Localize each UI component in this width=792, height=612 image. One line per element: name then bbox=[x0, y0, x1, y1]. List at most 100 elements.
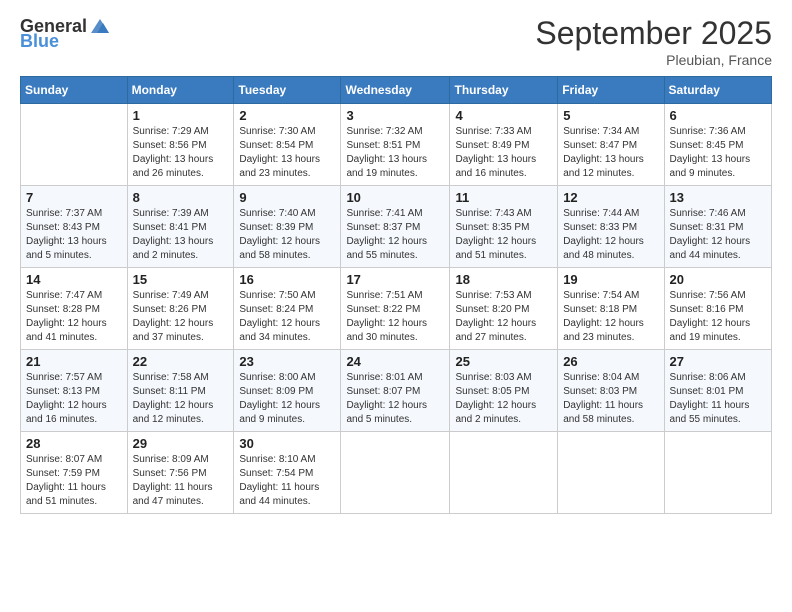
day-info: Sunrise: 7:51 AM Sunset: 8:22 PM Dayligh… bbox=[346, 289, 444, 345]
calendar-week-1: 7 Sunrise: 7:37 AM Sunset: 8:43 PM Daylig… bbox=[21, 186, 772, 268]
day-info: Sunrise: 8:00 AM Sunset: 8:09 PM Dayligh… bbox=[239, 371, 335, 427]
table-row: 30 Sunrise: 8:10 AM Sunset: 7:54 PM Dayli… bbox=[234, 432, 341, 514]
table-row: 6 Sunrise: 7:36 AM Sunset: 8:45 PM Daylig… bbox=[664, 104, 771, 186]
col-saturday: Saturday bbox=[664, 77, 771, 104]
table-row: 23 Sunrise: 8:00 AM Sunset: 8:09 PM Dayli… bbox=[234, 350, 341, 432]
day-info: Sunrise: 7:58 AM Sunset: 8:11 PM Dayligh… bbox=[133, 371, 229, 427]
day-number: 26 bbox=[563, 354, 658, 369]
day-number: 1 bbox=[133, 108, 229, 123]
col-monday: Monday bbox=[127, 77, 234, 104]
day-number: 17 bbox=[346, 272, 444, 287]
table-row: 21Sunrise: 7:57 AM Sunset: 8:13 PM Dayli… bbox=[21, 350, 128, 432]
calendar-week-4: 28 Sunrise: 8:07 AM Sunset: 7:59 PM Dayli… bbox=[21, 432, 772, 514]
table-row: 20 Sunrise: 7:56 AM Sunset: 8:16 PM Dayli… bbox=[664, 268, 771, 350]
day-number: 24 bbox=[346, 354, 444, 369]
day-info: Sunrise: 8:01 AM Sunset: 8:07 PM Dayligh… bbox=[346, 371, 444, 427]
table-row bbox=[21, 104, 128, 186]
day-info: Sunrise: 7:40 AM Sunset: 8:39 PM Dayligh… bbox=[239, 207, 335, 263]
col-tuesday: Tuesday bbox=[234, 77, 341, 104]
day-number: 6 bbox=[670, 108, 766, 123]
calendar-week-0: 1 Sunrise: 7:29 AM Sunset: 8:56 PM Daylig… bbox=[21, 104, 772, 186]
table-row: 22 Sunrise: 7:58 AM Sunset: 8:11 PM Dayli… bbox=[127, 350, 234, 432]
day-number: 10 bbox=[346, 190, 444, 205]
logo: General Blue bbox=[20, 15, 111, 52]
day-info: Sunrise: 7:37 AM Sunset: 8:43 PM Dayligh… bbox=[26, 207, 122, 263]
day-info: Sunrise: 7:39 AM Sunset: 8:41 PM Dayligh… bbox=[133, 207, 229, 263]
table-row: 12Sunrise: 7:44 AM Sunset: 8:33 PM Dayli… bbox=[558, 186, 664, 268]
table-row bbox=[341, 432, 450, 514]
table-row: 19 Sunrise: 7:54 AM Sunset: 8:18 PM Dayli… bbox=[558, 268, 664, 350]
day-info: Sunrise: 8:09 AM Sunset: 7:56 PM Dayligh… bbox=[133, 453, 229, 509]
calendar-week-3: 21Sunrise: 7:57 AM Sunset: 8:13 PM Dayli… bbox=[21, 350, 772, 432]
day-number: 16 bbox=[239, 272, 335, 287]
day-info: Sunrise: 7:34 AM Sunset: 8:47 PM Dayligh… bbox=[563, 125, 658, 181]
col-wednesday: Wednesday bbox=[341, 77, 450, 104]
day-info: Sunrise: 7:36 AM Sunset: 8:45 PM Dayligh… bbox=[670, 125, 766, 181]
day-info: Sunrise: 7:29 AM Sunset: 8:56 PM Dayligh… bbox=[133, 125, 229, 181]
table-row: 2 Sunrise: 7:30 AM Sunset: 8:54 PM Daylig… bbox=[234, 104, 341, 186]
day-info: Sunrise: 7:32 AM Sunset: 8:51 PM Dayligh… bbox=[346, 125, 444, 181]
calendar-header-row: Sunday Monday Tuesday Wednesday Thursday… bbox=[21, 77, 772, 104]
table-row: 15 Sunrise: 7:49 AM Sunset: 8:26 PM Dayli… bbox=[127, 268, 234, 350]
day-number: 15 bbox=[133, 272, 229, 287]
table-row bbox=[558, 432, 664, 514]
day-number: 9 bbox=[239, 190, 335, 205]
table-row: 28 Sunrise: 8:07 AM Sunset: 7:59 PM Dayli… bbox=[21, 432, 128, 514]
day-number: 22 bbox=[133, 354, 229, 369]
table-row: 9 Sunrise: 7:40 AM Sunset: 8:39 PM Daylig… bbox=[234, 186, 341, 268]
day-info: Sunrise: 7:49 AM Sunset: 8:26 PM Dayligh… bbox=[133, 289, 229, 345]
table-row: 25 Sunrise: 8:03 AM Sunset: 8:05 PM Dayli… bbox=[450, 350, 558, 432]
day-info: Sunrise: 7:47 AM Sunset: 8:28 PM Dayligh… bbox=[26, 289, 122, 345]
table-row: 10 Sunrise: 7:41 AM Sunset: 8:37 PM Dayli… bbox=[341, 186, 450, 268]
logo-icon bbox=[89, 15, 111, 37]
day-info: Sunrise: 8:03 AM Sunset: 8:05 PM Dayligh… bbox=[455, 371, 552, 427]
calendar: Sunday Monday Tuesday Wednesday Thursday… bbox=[20, 76, 772, 514]
day-number: 20 bbox=[670, 272, 766, 287]
day-info: Sunrise: 8:04 AM Sunset: 8:03 PM Dayligh… bbox=[563, 371, 658, 427]
day-info: Sunrise: 7:53 AM Sunset: 8:20 PM Dayligh… bbox=[455, 289, 552, 345]
day-info: Sunrise: 7:41 AM Sunset: 8:37 PM Dayligh… bbox=[346, 207, 444, 263]
logo-blue: Blue bbox=[20, 31, 59, 52]
day-number: 7 bbox=[26, 190, 122, 205]
table-row bbox=[450, 432, 558, 514]
table-row: 18 Sunrise: 7:53 AM Sunset: 8:20 PM Dayli… bbox=[450, 268, 558, 350]
table-row: 17 Sunrise: 7:51 AM Sunset: 8:22 PM Dayli… bbox=[341, 268, 450, 350]
day-number: 3 bbox=[346, 108, 444, 123]
day-number: 11 bbox=[455, 190, 552, 205]
day-info: Sunrise: 7:43 AM Sunset: 8:35 PM Dayligh… bbox=[455, 207, 552, 263]
col-thursday: Thursday bbox=[450, 77, 558, 104]
day-number: 14 bbox=[26, 272, 122, 287]
day-info: Sunrise: 8:06 AM Sunset: 8:01 PM Dayligh… bbox=[670, 371, 766, 427]
table-row: 11 Sunrise: 7:43 AM Sunset: 8:35 PM Dayli… bbox=[450, 186, 558, 268]
day-info: Sunrise: 7:33 AM Sunset: 8:49 PM Dayligh… bbox=[455, 125, 552, 181]
table-row: 24 Sunrise: 8:01 AM Sunset: 8:07 PM Dayli… bbox=[341, 350, 450, 432]
day-number: 2 bbox=[239, 108, 335, 123]
day-number: 21 bbox=[26, 354, 122, 369]
day-number: 30 bbox=[239, 436, 335, 451]
title-section: September 2025 Pleubian, France bbox=[535, 15, 772, 68]
day-info: Sunrise: 8:10 AM Sunset: 7:54 PM Dayligh… bbox=[239, 453, 335, 509]
day-info: Sunrise: 7:46 AM Sunset: 8:31 PM Dayligh… bbox=[670, 207, 766, 263]
header: General Blue September 2025 Pleubian, Fr… bbox=[20, 15, 772, 68]
col-friday: Friday bbox=[558, 77, 664, 104]
table-row: 16 Sunrise: 7:50 AM Sunset: 8:24 PM Dayli… bbox=[234, 268, 341, 350]
day-info: Sunrise: 7:50 AM Sunset: 8:24 PM Dayligh… bbox=[239, 289, 335, 345]
table-row: 27 Sunrise: 8:06 AM Sunset: 8:01 PM Dayli… bbox=[664, 350, 771, 432]
table-row: 3 Sunrise: 7:32 AM Sunset: 8:51 PM Daylig… bbox=[341, 104, 450, 186]
day-info: Sunrise: 8:07 AM Sunset: 7:59 PM Dayligh… bbox=[26, 453, 122, 509]
table-row: 7 Sunrise: 7:37 AM Sunset: 8:43 PM Daylig… bbox=[21, 186, 128, 268]
location: Pleubian, France bbox=[535, 52, 772, 68]
day-number: 13 bbox=[670, 190, 766, 205]
day-info: Sunrise: 7:56 AM Sunset: 8:16 PM Dayligh… bbox=[670, 289, 766, 345]
day-info: Sunrise: 7:30 AM Sunset: 8:54 PM Dayligh… bbox=[239, 125, 335, 181]
page: General Blue September 2025 Pleubian, Fr… bbox=[0, 0, 792, 612]
table-row: 4Sunrise: 7:33 AM Sunset: 8:49 PM Daylig… bbox=[450, 104, 558, 186]
day-number: 19 bbox=[563, 272, 658, 287]
day-number: 28 bbox=[26, 436, 122, 451]
month-title: September 2025 bbox=[535, 15, 772, 52]
day-number: 27 bbox=[670, 354, 766, 369]
day-number: 23 bbox=[239, 354, 335, 369]
day-number: 25 bbox=[455, 354, 552, 369]
day-info: Sunrise: 7:54 AM Sunset: 8:18 PM Dayligh… bbox=[563, 289, 658, 345]
day-number: 18 bbox=[455, 272, 552, 287]
